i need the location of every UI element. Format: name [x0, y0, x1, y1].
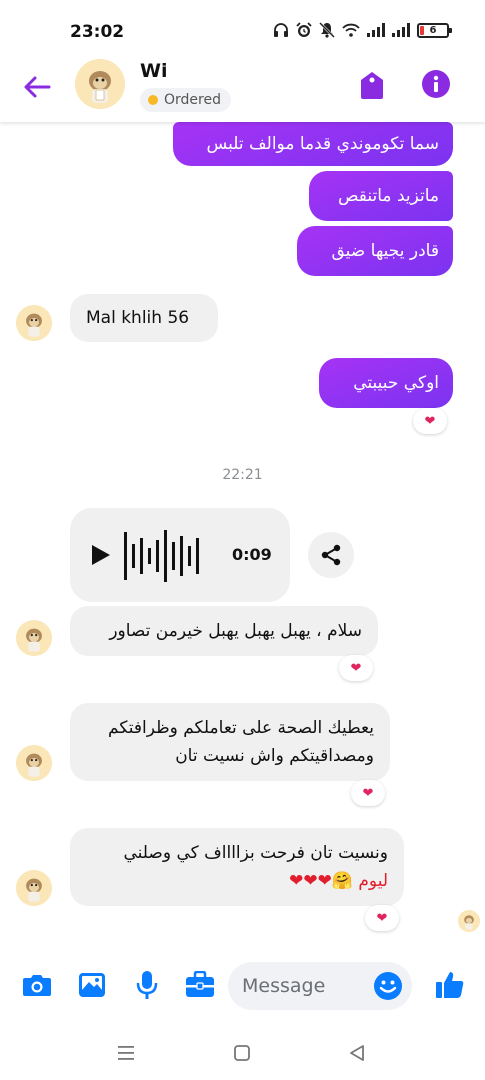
headphones-icon — [274, 23, 288, 37]
sloth-avatar-icon — [458, 910, 480, 932]
message-bubble-incoming[interactable]: سلام ، يهبل يهبل يهبل خيرمن تصاور — [70, 606, 378, 656]
status-dot — [148, 95, 158, 105]
sloth-avatar-icon — [16, 305, 52, 341]
alarm-icon — [296, 22, 312, 37]
message-line: يعطيك الصحة على تعاملكم وظرافتكم — [108, 718, 374, 738]
voice-message[interactable]: 0:09 — [70, 508, 290, 602]
heart-icon: ❤ — [350, 660, 362, 676]
timestamp: 22:21 — [222, 467, 263, 483]
arrow-left-icon — [24, 76, 51, 98]
share-button[interactable] — [308, 532, 354, 578]
camera-button[interactable] — [21, 969, 53, 1001]
mute-icon — [319, 22, 335, 38]
image-icon — [79, 973, 105, 997]
wifi-icon — [342, 23, 360, 37]
play-icon[interactable] — [90, 543, 112, 567]
message-bubble-outgoing[interactable]: سما تكوموندي قدما موالف تلبس — [173, 122, 453, 166]
signal-icon — [367, 23, 385, 37]
contact-name: Wi — [140, 60, 168, 82]
heart-icon: ❤ — [376, 910, 388, 926]
menu-icon — [118, 1046, 134, 1060]
reaction-heart[interactable]: ❤ — [339, 655, 373, 681]
message-bubble-incoming[interactable]: يعطيك الصحة على تعاملكم وظرافتكم ومصداقي… — [70, 703, 390, 781]
sloth-avatar-icon — [16, 870, 52, 906]
message-text: سلام ، يهبل يهبل يهبل خيرمن تصاور — [109, 621, 362, 641]
avatar[interactable] — [16, 620, 52, 656]
info-icon — [422, 70, 450, 98]
message-bubble-incoming[interactable]: ونسيت تان فرحت بزااااف كي وصلني ليوم 🤗❤❤… — [70, 828, 404, 906]
microphone-button[interactable] — [131, 969, 163, 1001]
tag-button[interactable] — [358, 70, 386, 100]
chat-header: Wi Ordered — [0, 56, 485, 122]
recent-apps-button[interactable] — [114, 1041, 138, 1065]
back-button[interactable] — [20, 70, 54, 104]
reaction-heart[interactable]: ❤ — [351, 780, 385, 806]
tag-icon — [361, 72, 383, 99]
battery-icon: 6 — [417, 22, 452, 38]
message-bubble-outgoing[interactable]: قادر يجيها ضيق — [297, 226, 453, 276]
status-bar: 23:02 6 — [0, 0, 485, 56]
shop-button[interactable] — [184, 969, 216, 1001]
avatar[interactable] — [75, 59, 125, 109]
message-bubble-outgoing[interactable]: ماتزيد ماتنقص — [309, 171, 453, 221]
status-label: Ordered — [164, 92, 221, 108]
message-text: ماتزيد ماتنقص — [337, 186, 439, 206]
message-line: ليوم 🤗❤❤❤ — [289, 871, 388, 891]
status-icons: 6 — [273, 22, 452, 38]
voice-duration: 0:09 — [232, 545, 272, 564]
reaction-heart[interactable]: ❤ — [365, 905, 399, 931]
reaction-heart[interactable]: ❤ — [413, 408, 447, 434]
heart-icon: ❤ — [424, 413, 436, 429]
message-bubble-outgoing[interactable]: اوكي حبيبتي — [319, 358, 453, 408]
message-line: ونسيت تان فرحت بزااااف كي وصلني — [123, 843, 388, 863]
back-icon — [350, 1045, 364, 1061]
status-badge: Ordered — [140, 88, 231, 112]
status-time: 23:02 — [70, 22, 125, 42]
avatar[interactable] — [16, 745, 52, 781]
share-icon — [321, 544, 341, 566]
home-icon — [234, 1045, 250, 1061]
avatar[interactable] — [16, 870, 52, 906]
message-text: اوكي حبيبتي — [353, 373, 439, 393]
sloth-avatar-icon — [75, 59, 125, 109]
message-bubble-incoming[interactable]: Mal khlih 56 — [70, 294, 218, 342]
system-nav-bar — [0, 1025, 485, 1080]
camera-icon — [23, 975, 51, 996]
avatar[interactable] — [16, 305, 52, 341]
briefcase-icon — [186, 971, 214, 997]
microphone-icon — [136, 971, 158, 999]
emoji-icon[interactable] — [373, 971, 403, 1001]
signal-icon — [392, 23, 410, 37]
message-input[interactable]: Message — [228, 962, 412, 1010]
message-placeholder: Message — [242, 975, 326, 997]
message-text: Mal khlih 56 — [86, 308, 190, 328]
message-text: قادر يجيها ضيق — [331, 241, 440, 261]
heart-icon: ❤ — [362, 785, 374, 801]
waveform-icon — [124, 530, 199, 582]
seen-avatar — [458, 910, 480, 932]
thumbs-up-icon — [436, 972, 464, 998]
gallery-button[interactable] — [76, 969, 108, 1001]
sloth-avatar-icon — [16, 745, 52, 781]
composer-bar: Message — [0, 955, 485, 1017]
home-button[interactable] — [230, 1041, 254, 1065]
back-nav-button[interactable] — [345, 1041, 369, 1065]
info-button[interactable] — [422, 70, 450, 98]
sloth-avatar-icon — [16, 620, 52, 656]
message-line: ومصداقيتكم واش نسيت تان — [175, 746, 374, 766]
message-text: سما تكوموندي قدما موالف تلبس — [206, 134, 439, 154]
like-button[interactable] — [434, 969, 466, 1001]
